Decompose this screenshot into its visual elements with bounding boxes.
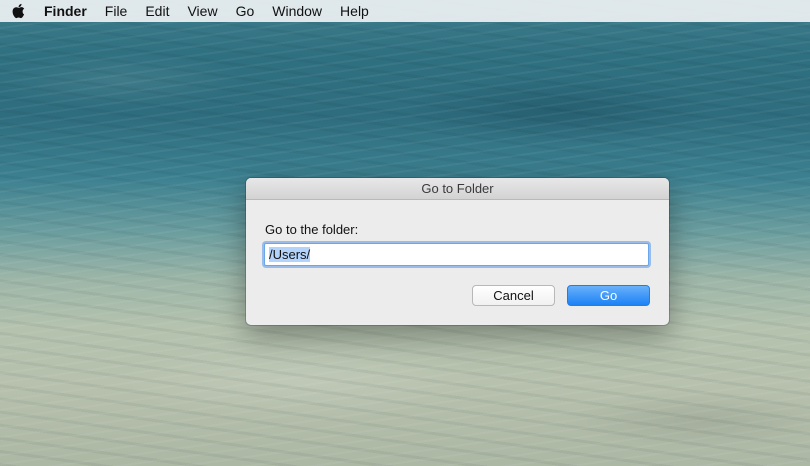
menu-file[interactable]: File xyxy=(96,0,137,22)
desktop-wallpaper: Finder File Edit View Go Window Help Go … xyxy=(0,0,810,466)
menu-window[interactable]: Window xyxy=(263,0,331,22)
menu-edit[interactable]: Edit xyxy=(136,0,178,22)
menu-bar: Finder File Edit View Go Window Help xyxy=(0,0,810,22)
dialog-prompt-label: Go to the folder: xyxy=(265,222,359,237)
folder-path-input[interactable] xyxy=(264,243,649,266)
menu-go[interactable]: Go xyxy=(227,0,264,22)
menu-view[interactable]: View xyxy=(178,0,226,22)
cancel-button[interactable]: Cancel xyxy=(472,285,555,306)
menu-help[interactable]: Help xyxy=(331,0,378,22)
menu-finder[interactable]: Finder xyxy=(44,0,96,22)
go-to-folder-dialog: Go to Folder Go to the folder: Cancel Go xyxy=(246,178,669,325)
go-button[interactable]: Go xyxy=(567,285,650,306)
apple-logo-icon[interactable] xyxy=(11,3,27,19)
dialog-title[interactable]: Go to Folder xyxy=(246,178,669,200)
